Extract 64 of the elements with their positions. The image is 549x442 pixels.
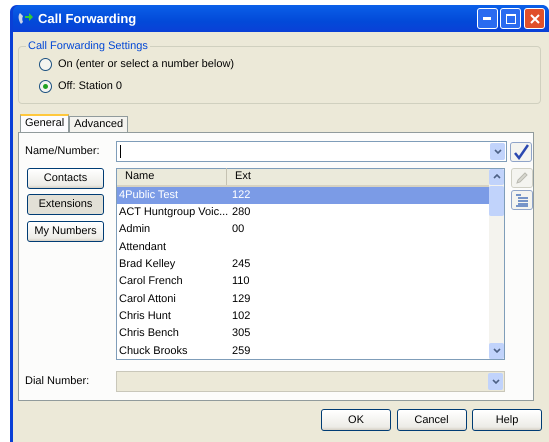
minimize-icon — [483, 17, 491, 20]
dialog-button[interactable]: Cancel — [396, 409, 466, 431]
table-cell-text: 110 — [231, 274, 250, 290]
table-cell-text: 00 — [231, 222, 244, 238]
dialog-button[interactable]: Help — [472, 409, 542, 431]
table-cell-text: Chris Bench — [118, 326, 180, 342]
table-cell-text: Brad Kelley — [118, 257, 176, 272]
table-cell-text: Admin — [118, 222, 152, 238]
radio-label: On (enter or select a number below) — [58, 56, 234, 72]
table-cell-text: 102 — [231, 308, 250, 324]
list-row[interactable]: ACT Huntgroup Voic... 280 — [117, 204, 489, 222]
checkmark-icon — [512, 144, 529, 160]
table-cell-text: 129 — [231, 292, 250, 307]
table-cell-text: 245 — [231, 257, 250, 272]
dropdown-icon[interactable] — [490, 143, 505, 160]
list-row[interactable]: Attendant — [117, 238, 489, 256]
list-row[interactable]: Carol French 110 — [117, 272, 489, 290]
list-row[interactable]: Chuck Brooks 259 — [117, 342, 489, 360]
list-button[interactable] — [510, 190, 532, 210]
table-cell-text: Chris Hunt — [118, 308, 172, 324]
close-button[interactable] — [524, 8, 545, 29]
table-cell-text: Carol Attoni — [118, 292, 177, 307]
column-header[interactable]: Ext — [227, 168, 347, 185]
maximize-icon — [506, 14, 516, 24]
list-row[interactable]: Carol Attoni 129 — [117, 290, 489, 308]
table-cell-text: 122 — [231, 188, 250, 203]
list-row[interactable]: Admin 00 — [117, 221, 489, 238]
minimize-button[interactable] — [476, 8, 498, 29]
dialog-button[interactable]: OK — [321, 409, 391, 431]
pencil-icon — [514, 170, 528, 184]
scroll-up-icon[interactable] — [489, 168, 504, 184]
confirm-button[interactable] — [510, 142, 532, 162]
column-header[interactable]: Name — [117, 168, 227, 185]
tab[interactable]: General — [20, 114, 70, 132]
group-title: Call Forwarding Settings — [26, 40, 150, 53]
window-title: Call Forwarding — [38, 10, 136, 28]
source-button[interactable]: Contacts — [27, 168, 104, 188]
table-cell-text: Carol French — [118, 274, 184, 290]
table-cell-text: 259 — [231, 344, 250, 359]
radio-button[interactable] — [39, 58, 52, 70]
close-icon — [530, 14, 540, 24]
table-cell-text: Attendant — [118, 240, 168, 255]
scroll-down-icon[interactable] — [489, 342, 504, 358]
radio-button[interactable] — [39, 80, 52, 92]
list-row[interactable]: Chris Hunt 102 — [117, 308, 489, 325]
field-label: Dial Number: — [25, 374, 90, 389]
scrollbar[interactable] — [489, 168, 504, 358]
tab[interactable]: Advanced — [69, 116, 128, 132]
list-icon — [514, 193, 528, 208]
table-cell-text: 4Public Test — [118, 188, 180, 203]
table-cell-text: 280 — [231, 205, 250, 220]
table-cell-text: Chuck Brooks — [118, 344, 188, 359]
maximize-button[interactable] — [500, 8, 522, 29]
field-label: Name/Number: — [25, 144, 101, 160]
list-row[interactable]: Brad Kelley 245 — [117, 256, 489, 273]
table-cell-text: ACT Huntgroup Voic... — [118, 205, 230, 220]
source-button[interactable]: Extensions — [27, 194, 104, 215]
table-cell-text: 305 — [231, 326, 250, 342]
name-number-field[interactable] — [116, 141, 507, 162]
list-row[interactable]: Chris Bench 305 — [117, 324, 489, 342]
source-button[interactable]: My Numbers — [27, 220, 104, 242]
phone-forward-icon — [17, 10, 33, 26]
radio-label: Off: Station 0 — [58, 78, 122, 94]
scroll-thumb[interactable] — [489, 186, 504, 216]
